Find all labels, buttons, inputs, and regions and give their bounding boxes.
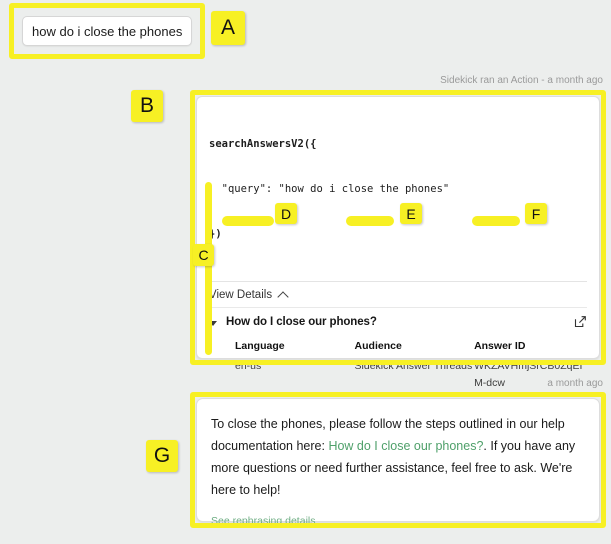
metadata-label-language: Language (235, 340, 285, 352)
annotation-badge-c: C (193, 244, 214, 266)
metadata-value-audience: Sidekick Answer Threads (354, 360, 473, 372)
annotation-badge-b: B (131, 90, 163, 122)
code-line-2: "query": "how do i close the phones" (209, 183, 450, 195)
highlight-pill-audience (346, 216, 394, 226)
screenshot-root: A Sidekick ran an Action - a month ago s… (0, 0, 611, 544)
metadata-column-audience: Audience Sidekick Answer Threads (355, 336, 475, 392)
annotation-badge-g: G (146, 440, 178, 472)
response-card: To close the phones, please follow the s… (196, 398, 600, 527)
metadata-column-language: Language en-us (235, 336, 355, 392)
answer-metadata-grid: Language en-us Audience Sidekick Answer … (209, 330, 587, 396)
highlight-bar-answer-block (205, 182, 212, 355)
action-timestamp: Sidekick ran an Action - a month ago (440, 75, 603, 86)
action-card: searchAnswersV2({ "query": "how do i clo… (196, 96, 600, 496)
metadata-value-language: en-us (235, 360, 262, 372)
highlight-pill-language (222, 216, 274, 226)
answer-header-row[interactable]: How do I close our phones? (209, 308, 587, 330)
answer-title: How do I close our phones? (226, 316, 377, 328)
metadata-label-answer-id: Answer ID (474, 340, 526, 352)
metadata-value-answer-id: WKZAVHmjSrCB0ZqEIM-dcw (474, 360, 583, 389)
view-details-toggle[interactable]: View Details (209, 282, 587, 307)
annotation-badge-f: F (525, 203, 547, 224)
view-details-label: View Details (209, 289, 273, 301)
external-link-icon[interactable] (574, 315, 587, 328)
annotation-badge-e: E (400, 203, 422, 224)
metadata-label-audience: Audience (354, 340, 402, 352)
action-code-block: searchAnswersV2({ "query": "how do i clo… (209, 107, 587, 272)
search-box-container (14, 8, 200, 54)
annotation-badge-a: A (211, 11, 245, 45)
search-input[interactable] (22, 16, 192, 46)
annotation-badge-d: D (275, 203, 297, 224)
code-line-1: searchAnswersV2({ (209, 138, 317, 150)
highlight-pill-answer-id (472, 216, 520, 226)
code-line-3: }) (209, 228, 222, 240)
metadata-column-answer-id: Answer ID WKZAVHmjSrCB0ZqEIM-dcw (474, 336, 587, 392)
response-text: To close the phones, please follow the s… (211, 413, 585, 501)
see-rephrasing-details-link[interactable]: See rephrasing details (211, 515, 585, 527)
response-doc-link[interactable]: How do I close our phones? (328, 439, 483, 453)
chevron-up-icon (277, 290, 289, 303)
